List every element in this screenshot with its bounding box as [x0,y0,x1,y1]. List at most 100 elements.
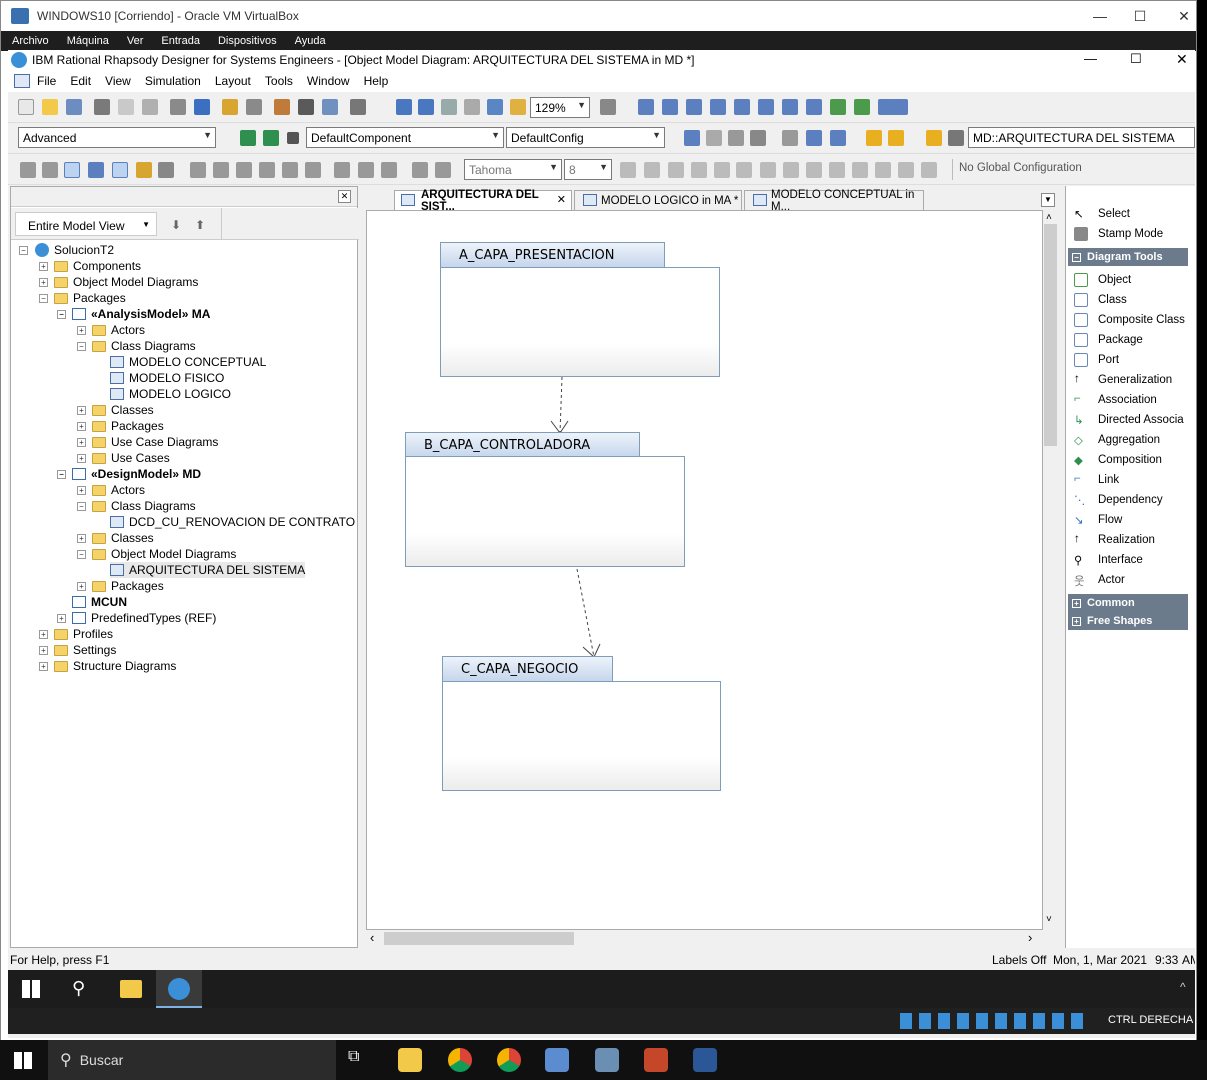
copy-icon[interactable] [118,99,134,115]
scroll-down-icon[interactable]: ˅ [1046,914,1052,925]
palette-select[interactable]: ↖ Select [1066,204,1130,224]
tool-port[interactable]: Port [1066,350,1119,370]
font-select[interactable]: Tahoma ▼ [464,159,562,180]
dependency-arrow-b-c[interactable] [576,568,595,658]
tree-item-class-diagrams[interactable]: − Class Diagrams [77,498,196,514]
object-header-c[interactable]: C_CAPA_NEGOCIO [442,656,613,682]
tree-item-predefined-types[interactable]: + PredefinedTypes (REF) [57,610,216,626]
close-icon[interactable]: ✕ [557,193,566,206]
tree-item-diagram[interactable]: DCD_CU_RENOVACION DE CONTRATO [110,514,355,530]
file-explorer-icon[interactable] [398,1048,422,1072]
expand-icon[interactable]: + [77,437,86,447]
expand-icon[interactable]: + [39,661,48,671]
expand-icon[interactable]: + [39,277,48,287]
rhapsody-minimize-button[interactable]: — [1084,51,1097,66]
expand-icon[interactable]: + [39,645,48,655]
tree-item-diagram[interactable]: MODELO FISICO [110,370,224,386]
rhapsody-close-button[interactable]: ✕ [1176,51,1188,68]
tool-package[interactable]: Package [1066,330,1143,350]
arrow-down-icon[interactable]: ⬇ [171,218,181,232]
menu-entrada[interactable]: Entrada [152,35,209,47]
shrink-font-icon[interactable] [644,162,660,178]
tool-actor[interactable]: 웃 Actor [1066,570,1125,590]
scroll-left-icon[interactable]: ‹ [370,930,374,945]
tree-item-actors[interactable]: + Actors [77,482,145,498]
view-select[interactable]: Entire Model View ▼ [15,212,157,236]
tab-arquitectura[interactable]: ARQUITECTURA DEL SIST... ✕ [394,189,572,213]
tree-item-object-model-diagrams[interactable]: − Object Model Diagrams [77,546,236,562]
space-vertical-icon[interactable] [435,162,451,178]
check-icon[interactable] [830,130,846,146]
tool-class[interactable]: Class [1066,290,1127,310]
sequence-icon[interactable] [662,99,678,115]
close-button[interactable]: ✕ [1161,1,1207,31]
tab-list-dropdown-icon[interactable]: ▼ [1041,193,1055,207]
expand-icon[interactable]: + [1072,598,1081,608]
stop-icon[interactable] [287,132,299,144]
tab-modelo-conceptual[interactable]: MODELO CONCEPTUAL in M... [744,189,924,213]
delete-icon[interactable] [350,99,366,115]
tree-item-use-case-diagrams[interactable]: + Use Case Diagrams [77,434,218,450]
make-icon[interactable] [263,130,279,146]
deployment-icon[interactable] [734,99,750,115]
tool-flow[interactable]: ↘ Flow [1066,510,1122,530]
dependency-arrow-a-b[interactable] [559,376,563,434]
space-horizontal-icon[interactable] [412,162,428,178]
expand-icon[interactable]: + [57,613,66,623]
chrome-icon[interactable] [448,1048,472,1072]
zoom-tool-icon[interactable] [510,99,526,115]
menu-simulation[interactable]: Simulation [138,74,208,88]
format-painter-icon[interactable] [921,162,937,178]
scroll-up-icon[interactable]: ˄ [1046,212,1052,223]
menu-view[interactable]: View [98,74,138,88]
browser-icon[interactable] [684,130,700,146]
collapse-icon[interactable]: − [19,245,28,255]
tab-modelo-logico[interactable]: MODELO LOGICO in MA * [574,190,742,210]
zoom-area-icon[interactable] [441,99,457,115]
horizontal-scroll-thumb[interactable] [384,932,574,945]
grow-font-icon[interactable] [620,162,636,178]
collapse-icon[interactable]: − [1072,252,1081,262]
drawing-icon[interactable] [806,130,822,146]
tool-object[interactable]: Object [1066,270,1131,290]
text-align-center-icon[interactable] [783,162,799,178]
tool-dependency[interactable]: ⋱ Dependency [1066,490,1163,510]
host-search-box[interactable]: ⚲ Buscar [48,1040,336,1080]
menu-dispositivos[interactable]: Dispositivos [209,35,286,47]
font-color-icon[interactable] [852,162,868,178]
tool-association[interactable]: ⌐ Association [1066,390,1157,410]
tree-item-classes[interactable]: + Classes [77,402,154,418]
info-icon[interactable] [194,99,210,115]
add-favorite-icon[interactable] [888,130,904,146]
windows-start-icon[interactable] [22,980,40,998]
windows-start-icon[interactable] [14,1052,32,1069]
menu-window[interactable]: Window [300,74,357,88]
align-bottom-icon[interactable] [236,162,252,178]
align-middle-icon[interactable] [213,162,229,178]
diagram-tools-section[interactable]: − Diagram Tools [1068,248,1188,266]
tree-item-analysis-model[interactable]: − «AnalysisModel» MA [57,306,210,322]
tree-item-use-cases[interactable]: + Use Cases [77,450,170,466]
scroll-right-icon[interactable]: › [1028,930,1032,945]
horizontal-scrollbar[interactable]: ‹ › [366,930,1058,948]
zoom-out-icon[interactable] [418,99,434,115]
tool-composite-class[interactable]: Composite Class [1066,310,1185,330]
activity-icon[interactable] [806,99,822,115]
collapse-icon[interactable]: − [57,309,66,319]
features-icon[interactable] [706,130,722,146]
align-center-icon[interactable] [282,162,298,178]
panel-icon[interactable] [854,99,870,115]
close-pane-icon[interactable]: ✕ [338,190,351,203]
free-shapes-section[interactable]: + Free Shapes [1068,612,1188,630]
diagram-toggle-icon[interactable] [600,99,616,115]
expand-icon[interactable]: + [77,453,86,463]
tree-item-object-model-diagrams[interactable]: + Object Model Diagrams [39,274,198,290]
grid-toggle-icon[interactable] [20,162,36,178]
location-field[interactable]: MD::ARQUITECTURA DEL SISTEMA [968,127,1195,148]
tool-directed-association[interactable]: ↳ Directed Associa [1066,410,1184,430]
print-icon[interactable] [170,99,186,115]
same-width-icon[interactable] [334,162,350,178]
menu-edit[interactable]: Edit [63,74,98,88]
usecase-icon[interactable] [686,99,702,115]
collapse-icon[interactable]: − [57,469,66,479]
